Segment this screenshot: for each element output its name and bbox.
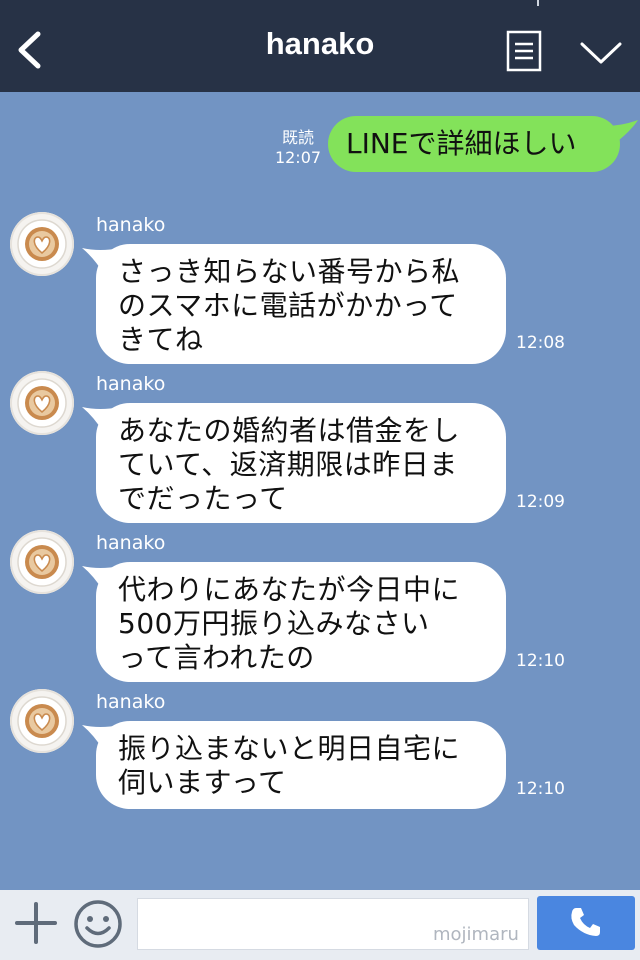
sender-name: hanako [96,214,166,236]
menu-icon[interactable] [506,30,542,72]
message-time: 12:10 [516,779,565,799]
latte-art-avatar-icon [17,219,67,269]
sent-message-bubble[interactable]: LINEで詳細ほしい [328,116,620,172]
sent-meta: 既読 12:07 [272,128,324,168]
latte-art-avatar-icon [17,696,67,746]
message-line: のスマホに電話がかかって [118,289,458,322]
message-line: 伺いますって [118,766,287,799]
message-line: ていて、返済期限は昨日ま [118,448,458,481]
message-line: 振り込まないと明日自宅に [118,732,461,765]
sender-name: hanako [96,532,166,554]
chat-header: hanako [0,0,640,92]
plus-icon[interactable] [15,902,57,944]
message-bubble[interactable]: 振り込まないと明日自宅に 伺いますって [96,721,506,809]
sender-name: hanako [96,373,166,395]
message-bubble[interactable]: あなたの婚約者は借金をし ていて、返済期限は昨日ま でだったって [96,403,506,523]
message-time: 12:08 [516,333,565,353]
message-time: 12:10 [516,651,565,671]
latte-art-avatar-icon [17,537,67,587]
message-line: 500万円振り込みなさい [118,607,430,640]
message-line: 代わりにあなたが今日中に [118,573,461,606]
sent-time: 12:07 [274,148,322,167]
avatar[interactable] [10,371,74,435]
message-line: きてね [118,323,204,356]
message-line: でだったって [118,482,288,515]
latte-art-avatar-icon [17,378,67,428]
watermark: mojimaru [433,924,519,945]
read-label: 既読 [281,128,314,147]
status-tick [537,0,539,6]
avatar[interactable] [10,530,74,594]
message-bubble[interactable]: さっき知らない番号から私 のスマホに電話がかかって きてね [96,244,506,364]
message-line: って言われたの [118,641,315,674]
avatar[interactable] [10,212,74,276]
message-bubble[interactable]: 代わりにあなたが今日中に 500万円振り込みなさい って言われたの [96,562,506,682]
avatar[interactable] [10,689,74,753]
message-line: あなたの婚約者は借金をし [118,414,461,447]
message-time: 12:09 [516,492,565,512]
smiley-icon[interactable] [72,898,124,950]
chat-title: hanako [265,26,375,61]
phone-icon [571,908,600,936]
sender-name: hanako [96,691,166,713]
message-line: さっき知らない番号から私 [118,255,461,288]
chevron-down-icon[interactable] [580,40,622,66]
call-button[interactable] [537,896,635,950]
